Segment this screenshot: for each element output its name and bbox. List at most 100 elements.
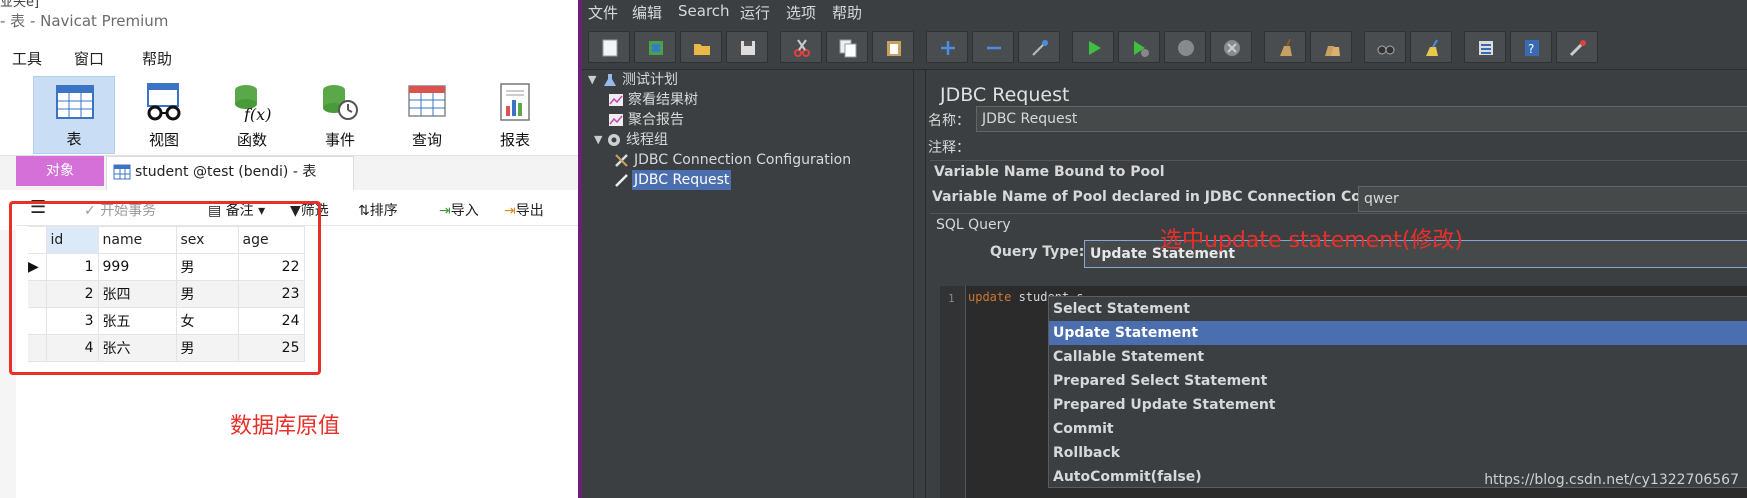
table-icon — [113, 164, 131, 180]
option-callable-statement[interactable]: Callable Statement — [1049, 345, 1747, 369]
clear-button[interactable] — [1264, 31, 1306, 63]
new-button[interactable] — [588, 31, 630, 63]
view-glasses-icon — [147, 83, 181, 121]
start-button[interactable] — [1072, 31, 1114, 63]
start-no-pauses-button[interactable] — [1118, 31, 1160, 63]
line-number: 1 — [948, 292, 955, 305]
toggle-button[interactable] — [1018, 31, 1060, 63]
pool-variable-field[interactable]: qwer — [1358, 186, 1747, 212]
sort-button[interactable]: ⇅排序 — [358, 200, 398, 220]
reset-search-broom-icon — [1426, 39, 1438, 56]
collapse-button[interactable] — [972, 31, 1014, 63]
jmeter-toolbar: ? — [582, 26, 1747, 70]
watermark: https://blog.csdn.net/cy1322706567 — [1484, 472, 1739, 488]
copy-button[interactable] — [826, 31, 868, 63]
ribbon-report-label: 报表 — [499, 131, 530, 149]
option-prepared-select-statement[interactable]: Prepared Select Statement — [1049, 369, 1747, 393]
cut-button[interactable] — [780, 31, 822, 63]
panel-splitter[interactable] — [914, 70, 926, 498]
ribbon-report-button[interactable]: 报表 — [474, 76, 556, 154]
paste-button[interactable] — [872, 31, 914, 63]
expand-button[interactable] — [926, 31, 968, 63]
menu-file[interactable]: 文件 — [588, 2, 618, 23]
copy-icon — [839, 39, 857, 58]
option-rollback[interactable]: Rollback — [1049, 441, 1747, 465]
tree-label: 线程组 — [626, 132, 668, 148]
start-no-pauses-icon — [1134, 41, 1149, 57]
open-button[interactable] — [680, 31, 722, 63]
help-button[interactable]: ? — [1510, 31, 1552, 63]
menu-run[interactable]: 运行 — [740, 2, 770, 23]
reset-search-button[interactable] — [1410, 31, 1452, 63]
ribbon-view-button[interactable]: 视图 — [123, 76, 205, 154]
save-disk-icon — [741, 41, 755, 55]
option-update-statement[interactable]: Update Statement — [1049, 321, 1747, 345]
tab-objects[interactable]: 对象 — [16, 156, 104, 186]
ribbon-function-button[interactable]: f(x) 函数 — [211, 76, 293, 154]
function-helper-button[interactable] — [1464, 31, 1506, 63]
option-select-statement[interactable]: Select Statement — [1049, 297, 1747, 321]
table-icon — [56, 85, 94, 119]
menu-tools[interactable]: 工具 — [12, 48, 42, 69]
templates-button[interactable] — [634, 31, 676, 63]
clear-all-button[interactable] — [1310, 31, 1352, 63]
ribbon-event-label: 事件 — [324, 131, 355, 149]
menu-edit[interactable]: 编辑 — [632, 2, 662, 23]
paste-clipboard-icon — [887, 41, 901, 56]
option-commit[interactable]: Commit — [1049, 417, 1747, 441]
clear-broom-icon — [1280, 38, 1292, 56]
highlight-box-original-values — [9, 201, 321, 375]
separator — [930, 213, 1747, 214]
templates-icon — [649, 41, 663, 55]
comment-field[interactable] — [976, 133, 1747, 157]
tree-label: 察看结果树 — [628, 92, 698, 108]
menu-help[interactable]: 帮助 — [832, 2, 862, 23]
remote-wrench-icon — [1569, 40, 1586, 57]
clear-all-broom-icon — [1325, 46, 1340, 56]
search-binoculars-icon — [1377, 45, 1395, 55]
menu-help[interactable]: 帮助 — [142, 48, 172, 69]
import-icon: ⇥ — [439, 203, 451, 219]
panel-title: JDBC Request — [940, 84, 1070, 106]
menu-search[interactable]: Search — [678, 2, 730, 20]
svg-text:?: ? — [1528, 42, 1534, 56]
navicat-ribbon: 表 视图 f(x) 函数 事件 查询 报表 — [0, 72, 578, 156]
ribbon-view-label: 视图 — [148, 131, 179, 149]
menu-options[interactable]: 选项 — [786, 2, 816, 23]
shutdown-button[interactable] — [1210, 31, 1252, 63]
stop-button[interactable] — [1164, 31, 1206, 63]
search-button[interactable] — [1364, 31, 1406, 63]
test-plan-tree: ▼ 测试计划 察看结果树 聚合报告 ▼ 线程组 JDBC Connection … — [582, 70, 914, 498]
export-icon: ⇥ — [504, 203, 516, 219]
export-button[interactable]: ⇥导出 — [504, 200, 544, 220]
ribbon-event-button[interactable]: 事件 — [299, 76, 381, 154]
tree-label: JDBC Request — [632, 170, 732, 190]
tab-student-table[interactable]: student @test (bendi) - 表 — [106, 156, 354, 190]
ribbon-table-button[interactable]: 表 — [33, 76, 115, 154]
menu-window[interactable]: 窗口 — [74, 48, 104, 69]
name-label: 名称： — [928, 113, 970, 129]
name-field[interactable]: JDBC Request — [976, 106, 1747, 132]
sort-icon: ⇅ — [358, 203, 370, 219]
annotation-original-values: 数据库原值 — [230, 414, 341, 439]
toggle-wand-icon — [1032, 40, 1048, 56]
save-button[interactable] — [726, 31, 768, 63]
separator — [930, 160, 1747, 161]
remote-button[interactable] — [1556, 31, 1598, 63]
chart-listener-icon — [609, 114, 623, 126]
tree-expand-icon: ▼ — [588, 73, 597, 86]
export-label: 导出 — [515, 203, 544, 219]
sql-keyword: update — [968, 290, 1012, 304]
ribbon-query-button[interactable]: 查询 — [386, 76, 468, 154]
function-icon: f(x) — [235, 85, 271, 122]
start-play-icon — [1089, 41, 1101, 55]
query-type-dropdown: Select Statement Update Statement Callab… — [1048, 296, 1747, 488]
query-icon — [408, 85, 446, 117]
option-prepared-update-statement[interactable]: Prepared Update Statement — [1049, 393, 1747, 417]
ribbon-query-label: 查询 — [411, 131, 442, 149]
window-title: - 表 - Navicat Premium — [0, 12, 169, 30]
report-icon — [500, 83, 530, 121]
import-button[interactable]: ⇥导入 — [439, 200, 479, 220]
sql-section-title: SQL Query — [936, 217, 1011, 233]
tree-label: 测试计划 — [622, 72, 678, 88]
